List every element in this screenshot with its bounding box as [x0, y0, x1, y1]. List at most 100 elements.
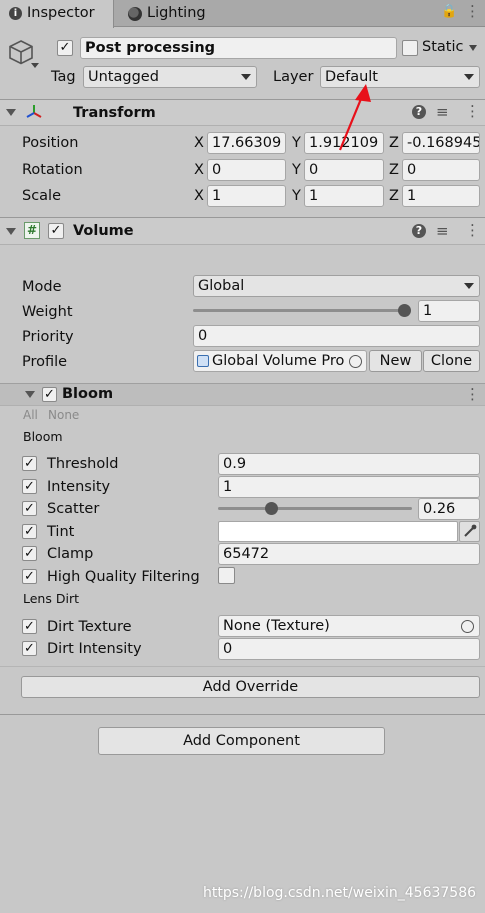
intensity-field[interactable]: 1 [218, 476, 480, 498]
tab-menu-icon[interactable]: ⋮ [465, 2, 480, 20]
scatter-field[interactable]: 0.26 [418, 498, 480, 520]
rotation-x-field[interactable]: 0 [207, 159, 286, 181]
chevron-down-icon [464, 74, 474, 80]
icon-dropdown-arrow[interactable] [31, 63, 39, 68]
profile-clone-button[interactable]: Clone [423, 350, 480, 372]
static-dropdown-arrow[interactable] [469, 45, 477, 51]
profile-value: Global Volume Pro [212, 353, 345, 369]
position-y-axis-label: Y [292, 135, 301, 151]
position-x-field[interactable]: 17.66309 [207, 132, 286, 154]
scale-x-field[interactable]: 1 [207, 185, 286, 207]
profile-label: Profile [22, 354, 68, 370]
chevron-down-icon [464, 283, 474, 289]
priority-label: Priority [22, 329, 74, 345]
rotation-z-axis-label: Z [389, 162, 399, 178]
weight-label: Weight [22, 304, 73, 320]
bloom-enabled-checkbox[interactable]: ✓ [42, 387, 57, 402]
clamp-override-checkbox[interactable]: ✓ [22, 546, 37, 561]
chevron-down-icon [241, 74, 251, 80]
hq-filtering-label: High Quality Filtering [47, 569, 200, 585]
tint-label: Tint [47, 524, 75, 540]
rotation-y-field[interactable]: 0 [304, 159, 384, 181]
hq-filtering-override-checkbox[interactable]: ✓ [22, 569, 37, 584]
position-x-axis-label: X [194, 135, 204, 151]
static-label: Static [422, 39, 464, 55]
foldout-arrow-icon[interactable] [25, 391, 35, 398]
component-menu-icon[interactable]: ⋮ [465, 102, 480, 120]
component-menu-icon[interactable]: ⋮ [465, 385, 480, 403]
profile-object-field[interactable]: Global Volume Pro [193, 350, 367, 372]
rotation-label: Rotation [22, 162, 83, 178]
tab-inspector[interactable]: i Inspector [0, 0, 114, 28]
add-component-button[interactable]: Add Component [98, 727, 385, 755]
position-z-field[interactable]: -0.168945 [402, 132, 480, 154]
eyedropper-icon[interactable] [459, 521, 480, 542]
all-toggle[interactable]: All [23, 406, 38, 424]
tag-dropdown[interactable]: Untagged [83, 66, 257, 88]
transform-axes-icon [25, 103, 43, 125]
threshold-override-checkbox[interactable]: ✓ [22, 456, 37, 471]
volume-title: Volume [73, 223, 134, 239]
none-toggle[interactable]: None [48, 406, 79, 424]
static-checkbox[interactable] [402, 40, 418, 56]
scatter-slider[interactable] [218, 502, 412, 516]
intensity-override-checkbox[interactable]: ✓ [22, 479, 37, 494]
tab-lighting-label: Lighting [147, 5, 206, 21]
rotation-z-field[interactable]: 0 [402, 159, 480, 181]
tint-color-swatch[interactable] [218, 521, 458, 542]
clamp-label: Clamp [47, 546, 94, 562]
threshold-field[interactable]: 0.9 [218, 453, 480, 475]
rotation-y-axis-label: Y [292, 162, 301, 178]
gameobject-name-field[interactable]: Post processing [80, 37, 397, 59]
weight-slider[interactable] [193, 304, 411, 318]
dirt-texture-object-field[interactable]: None (Texture) [218, 615, 480, 637]
tag-label: Tag [51, 69, 76, 85]
layer-label: Layer [273, 69, 314, 85]
object-picker-icon[interactable] [349, 355, 362, 368]
tint-override-checkbox[interactable]: ✓ [22, 524, 37, 539]
script-hash-icon: # [24, 222, 40, 239]
scale-label: Scale [22, 188, 62, 204]
dirt-texture-override-checkbox[interactable]: ✓ [22, 619, 37, 634]
foldout-arrow-icon[interactable] [6, 228, 16, 235]
add-override-button[interactable]: Add Override [21, 676, 480, 698]
divider [0, 714, 485, 715]
scale-y-axis-label: Y [292, 188, 301, 204]
priority-field[interactable]: 0 [193, 325, 480, 347]
weight-slider-track [193, 309, 411, 312]
preset-sliders-icon[interactable]: ≡ [436, 222, 449, 240]
annotation-arrow [338, 84, 371, 151]
bloom-title: Bloom [62, 386, 114, 402]
scatter-override-checkbox[interactable]: ✓ [22, 501, 37, 516]
lock-icon[interactable]: 🔒 [441, 4, 457, 19]
object-picker-icon[interactable] [461, 620, 474, 633]
dirt-intensity-field[interactable]: 0 [218, 638, 480, 660]
scale-y-field[interactable]: 1 [304, 185, 384, 207]
tab-lighting[interactable]: Lighting [116, 0, 226, 27]
preset-sliders-icon[interactable]: ≡ [436, 103, 449, 121]
help-icon[interactable]: ? [412, 105, 426, 119]
intensity-label: Intensity [47, 479, 111, 495]
hq-filtering-checkbox[interactable] [218, 567, 235, 584]
tab-inspector-label: Inspector [27, 5, 95, 21]
tag-dropdown-value: Untagged [88, 69, 159, 85]
dirt-texture-label: Dirt Texture [47, 619, 132, 635]
component-menu-icon[interactable]: ⋮ [465, 221, 480, 239]
scale-z-field[interactable]: 1 [402, 185, 480, 207]
dirt-texture-value: None (Texture) [223, 618, 330, 634]
volume-enabled-checkbox[interactable]: ✓ [48, 223, 64, 239]
foldout-arrow-icon[interactable] [6, 109, 16, 116]
weight-field[interactable]: 1 [418, 300, 480, 322]
rotation-x-axis-label: X [194, 162, 204, 178]
position-z-axis-label: Z [389, 135, 399, 151]
help-icon[interactable]: ? [412, 224, 426, 238]
scatter-slider-thumb[interactable] [265, 502, 279, 515]
mode-dropdown[interactable]: Global [193, 275, 480, 297]
gameobject-active-checkbox[interactable]: ✓ [57, 40, 73, 56]
weight-slider-thumb[interactable] [398, 304, 411, 317]
dirt-intensity-override-checkbox[interactable]: ✓ [22, 641, 37, 656]
scale-x-axis-label: X [194, 188, 204, 204]
transform-title: Transform [73, 105, 156, 121]
profile-new-button[interactable]: New [369, 350, 422, 372]
clamp-field[interactable]: 65472 [218, 543, 480, 565]
